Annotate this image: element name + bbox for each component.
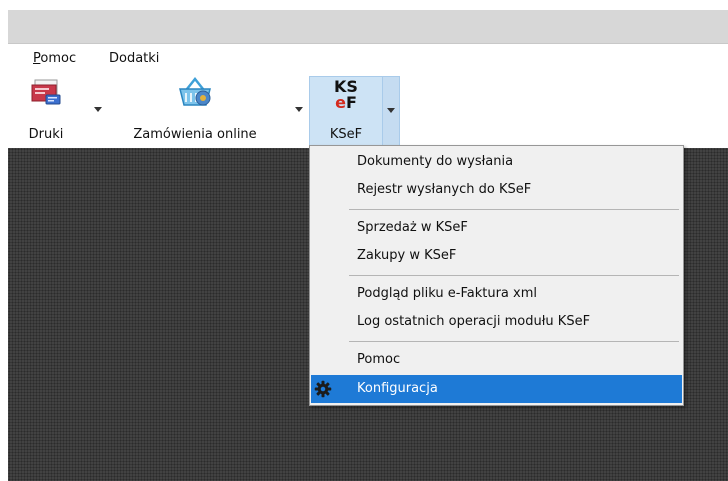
menu-item-log-operacji[interactable]: Log ostatnich operacji modułu KSeF	[311, 308, 682, 336]
menu-pomoc[interactable]: Pomoc	[33, 51, 76, 66]
toolbar: Druki Zamówienia online KS eF KSeF	[8, 72, 728, 148]
menu-item-label: Dokumenty do wysłania	[357, 154, 514, 169]
menu-separator	[349, 341, 679, 342]
druki-label: Druki	[28, 127, 64, 142]
druki-button[interactable]: Druki	[24, 76, 68, 146]
menu-item-zakupy-w-ksef[interactable]: Zakupy w KSeF	[311, 242, 682, 270]
druki-icon	[31, 79, 61, 105]
ksef-logo-e: e	[335, 93, 346, 112]
shopping-basket-icon	[179, 76, 211, 106]
menu-item-pomoc[interactable]: Pomoc	[311, 346, 682, 374]
menu-item-rejestr-wyslanych[interactable]: Rejestr wysłanych do KSeF	[311, 176, 682, 204]
menu-dodatki-label: Dodatki	[109, 51, 160, 66]
menu-item-dokumenty-do-wyslania[interactable]: Dokumenty do wysłania	[311, 148, 682, 176]
menu-item-label: Konfiguracja	[357, 381, 438, 396]
druki-dropdown-arrow-icon[interactable]	[94, 107, 102, 112]
title-bar	[8, 10, 728, 44]
menu-item-label: Sprzedaż w KSeF	[357, 220, 468, 235]
menu-item-label: Podgląd pliku e-Faktura xml	[357, 286, 537, 301]
ksef-label: KSeF	[329, 127, 363, 142]
ksef-button[interactable]: KS eF KSeF	[310, 77, 383, 145]
menu-pomoc-rest: omoc	[40, 51, 77, 66]
menu-item-label: Rejestr wysłanych do KSeF	[357, 182, 532, 197]
menu-item-label: Log ostatnich operacji modułu KSeF	[357, 314, 591, 329]
ksef-logo-icon: KS eF	[310, 79, 382, 111]
menu-item-label: Zakupy w KSeF	[357, 248, 457, 263]
ksef-dropdown-menu: Dokumenty do wysłania Rejestr wysłanych …	[309, 145, 684, 406]
zamowienia-dropdown-arrow-icon[interactable]	[295, 107, 303, 112]
ksef-logo-line2: eF	[310, 95, 382, 111]
menu-item-konfiguracja[interactable]: Konfiguracja	[311, 375, 682, 403]
ksef-dropdown-toggle[interactable]	[383, 77, 399, 145]
ksef-button-group: KS eF KSeF	[309, 76, 400, 146]
menu-separator	[349, 209, 679, 210]
app-window: Pomoc Dodatki Druki Zamówienia online KS…	[0, 0, 728, 481]
ksef-dropdown-arrow-icon	[387, 108, 395, 113]
zamowienia-online-button[interactable]: Zamówienia online	[120, 76, 270, 146]
menu-item-sprzedaz-w-ksef[interactable]: Sprzedaż w KSeF	[311, 214, 682, 242]
menu-separator	[349, 275, 679, 276]
menu-item-podglad-e-faktura[interactable]: Podgląd pliku e-Faktura xml	[311, 280, 682, 308]
menu-dodatki[interactable]: Dodatki	[109, 51, 159, 66]
menu-item-label: Pomoc	[357, 352, 401, 367]
zamowienia-online-label: Zamówienia online	[133, 127, 257, 142]
ksef-logo-f: F	[345, 93, 357, 112]
gear-icon	[314, 380, 332, 398]
menu-bar: Pomoc Dodatki	[8, 44, 728, 72]
